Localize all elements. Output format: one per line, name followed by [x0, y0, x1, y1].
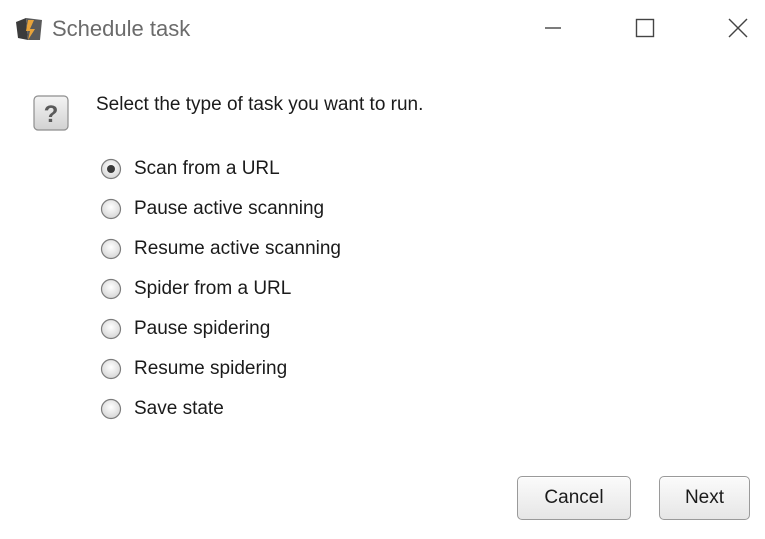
option-label: Spider from a URL — [134, 278, 292, 299]
next-button[interactable]: Next — [659, 476, 750, 520]
option-label: Pause active scanning — [134, 198, 325, 219]
option-pause-active-scanning[interactable]: Pause active scanning — [100, 189, 341, 229]
option-label: Scan from a URL — [134, 158, 280, 179]
close-button[interactable] — [715, 10, 761, 46]
option-label: Resume active scanning — [134, 238, 341, 259]
window-title: Schedule task — [52, 16, 191, 41]
task-type-options: Scan from a URL Pause active scanning Re… — [100, 149, 341, 429]
radio-selected-dot — [107, 165, 115, 173]
app-icon — [16, 18, 42, 40]
maximize-icon — [635, 18, 655, 38]
maximize-button[interactable] — [622, 10, 668, 46]
option-pause-spidering[interactable]: Pause spidering — [100, 309, 341, 349]
radio-button[interactable] — [100, 318, 122, 340]
radio-button[interactable] — [100, 198, 122, 220]
option-label: Save state — [134, 398, 224, 419]
radio-button[interactable] — [100, 158, 122, 180]
question-mark-icon: ? — [33, 95, 69, 131]
radio-button[interactable] — [100, 398, 122, 420]
title-bar[interactable]: Schedule task — [0, 0, 765, 58]
cancel-button[interactable]: Cancel — [517, 476, 631, 520]
option-label: Resume spidering — [134, 358, 288, 379]
minimize-button[interactable] — [530, 10, 576, 46]
option-resume-spidering[interactable]: Resume spidering — [100, 349, 341, 389]
option-label: Pause spidering — [134, 318, 271, 339]
option-spider-from-url[interactable]: Spider from a URL — [100, 269, 341, 309]
close-icon — [728, 18, 748, 38]
minimize-icon — [545, 27, 561, 29]
radio-button[interactable] — [100, 238, 122, 260]
prompt-text: Select the type of task you want to run. — [96, 94, 424, 115]
option-save-state[interactable]: Save state — [100, 389, 341, 429]
radio-button[interactable] — [100, 278, 122, 300]
radio-button[interactable] — [100, 358, 122, 380]
svg-text:?: ? — [44, 101, 59, 128]
schedule-task-dialog: Schedule task ? Select the type of task … — [0, 0, 765, 539]
option-resume-active-scanning[interactable]: Resume active scanning — [100, 229, 341, 269]
option-scan-from-url[interactable]: Scan from a URL — [100, 149, 341, 189]
